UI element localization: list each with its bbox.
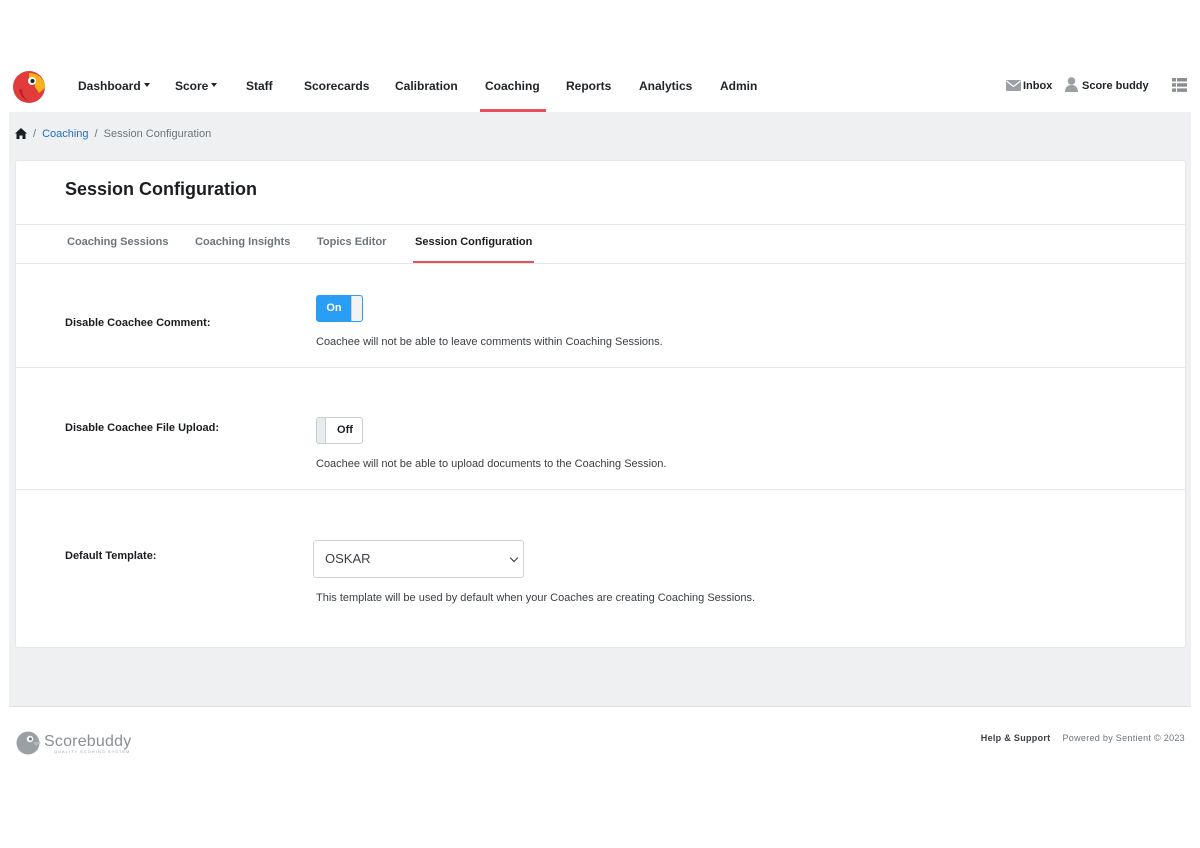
tab-topics-editor[interactable]: Topics Editor xyxy=(317,224,386,264)
disable-upload-toggle[interactable]: Off xyxy=(316,417,363,444)
disable-comment-help: Coachee will not be able to leave commen… xyxy=(316,336,663,348)
nav-calibration[interactable]: Calibration xyxy=(395,60,458,112)
top-navbar: Dashboard Score Staff Scorecards Calibra… xyxy=(9,60,1191,112)
default-template-help: This template will be used by default wh… xyxy=(316,592,756,604)
disable-comment-label: Disable Coachee Comment: xyxy=(65,317,211,329)
nav-staff[interactable]: Staff xyxy=(246,60,273,112)
toggle-knob xyxy=(317,418,326,443)
chevron-down-icon xyxy=(509,553,519,563)
footer-links: Help & Support Powered by Sentient © 2023 xyxy=(981,733,1185,743)
envelope-icon xyxy=(1006,79,1021,91)
nav-reports[interactable]: Reports xyxy=(566,60,611,112)
nav-score-label: Score xyxy=(175,79,209,93)
disable-comment-toggle[interactable]: On xyxy=(316,295,363,322)
scorebuddy-parrot-logo[interactable] xyxy=(13,70,47,104)
breadcrumb-separator: / xyxy=(33,128,37,140)
user-menu[interactable]: Score buddy xyxy=(1065,60,1155,112)
disable-upload-help: Coachee will not be able to upload docum… xyxy=(316,458,667,470)
user-icon xyxy=(1065,76,1078,92)
nav-scorecards[interactable]: Scorecards xyxy=(304,60,369,112)
user-name: Score buddy xyxy=(1082,80,1149,92)
help-support-link[interactable]: Help & Support xyxy=(981,733,1051,743)
tab-session-configuration[interactable]: Session Configuration xyxy=(412,224,535,264)
nav-dashboard[interactable]: Dashboard xyxy=(78,60,150,112)
footer-tagline: QUALITY SCORING SYSTEM xyxy=(54,749,131,754)
toggle-state-label: Off xyxy=(337,424,353,436)
breadcrumb-current: Session Configuration xyxy=(103,128,212,140)
divider xyxy=(16,263,1185,264)
inbox-label: Inbox xyxy=(1023,80,1053,92)
session-configuration-card: Session Configuration Coaching Sessions … xyxy=(15,160,1186,648)
footer-divider xyxy=(9,706,1191,707)
page-title: Session Configuration xyxy=(65,179,258,199)
tab-coaching-insights[interactable]: Coaching Insights xyxy=(195,224,290,264)
scorebuddy-footer-logo-icon xyxy=(16,731,41,755)
toggle-state-label: On xyxy=(326,302,342,314)
default-template-label: Default Template: xyxy=(65,550,157,562)
nav-admin[interactable]: Admin xyxy=(720,60,757,112)
caret-down-icon xyxy=(143,82,150,87)
inbox-link[interactable]: Inbox xyxy=(1006,60,1052,112)
toggle-knob xyxy=(351,296,362,321)
divider xyxy=(16,489,1185,490)
nav-score[interactable]: Score xyxy=(175,60,218,112)
powered-by-text: Powered by Sentient © 2023 xyxy=(1062,733,1185,743)
list-view-icon[interactable] xyxy=(1172,78,1187,92)
default-template-select[interactable]: OSKAR xyxy=(313,540,524,578)
tab-coaching-sessions[interactable]: Coaching Sessions xyxy=(67,224,168,264)
caret-down-icon xyxy=(211,82,218,87)
divider xyxy=(16,367,1185,368)
default-template-value: OSKAR xyxy=(325,551,371,566)
nav-dashboard-label: Dashboard xyxy=(78,79,141,93)
nav-analytics[interactable]: Analytics xyxy=(639,60,692,112)
breadcrumb-coaching-link[interactable]: Coaching xyxy=(42,128,88,140)
home-icon[interactable] xyxy=(15,127,27,139)
disable-upload-label: Disable Coachee File Upload: xyxy=(65,422,220,434)
divider xyxy=(16,224,1185,225)
breadcrumb-separator: / xyxy=(94,128,98,140)
nav-coaching[interactable]: Coaching xyxy=(480,60,546,112)
breadcrumb: / Coaching / Session Configuration xyxy=(15,127,212,140)
